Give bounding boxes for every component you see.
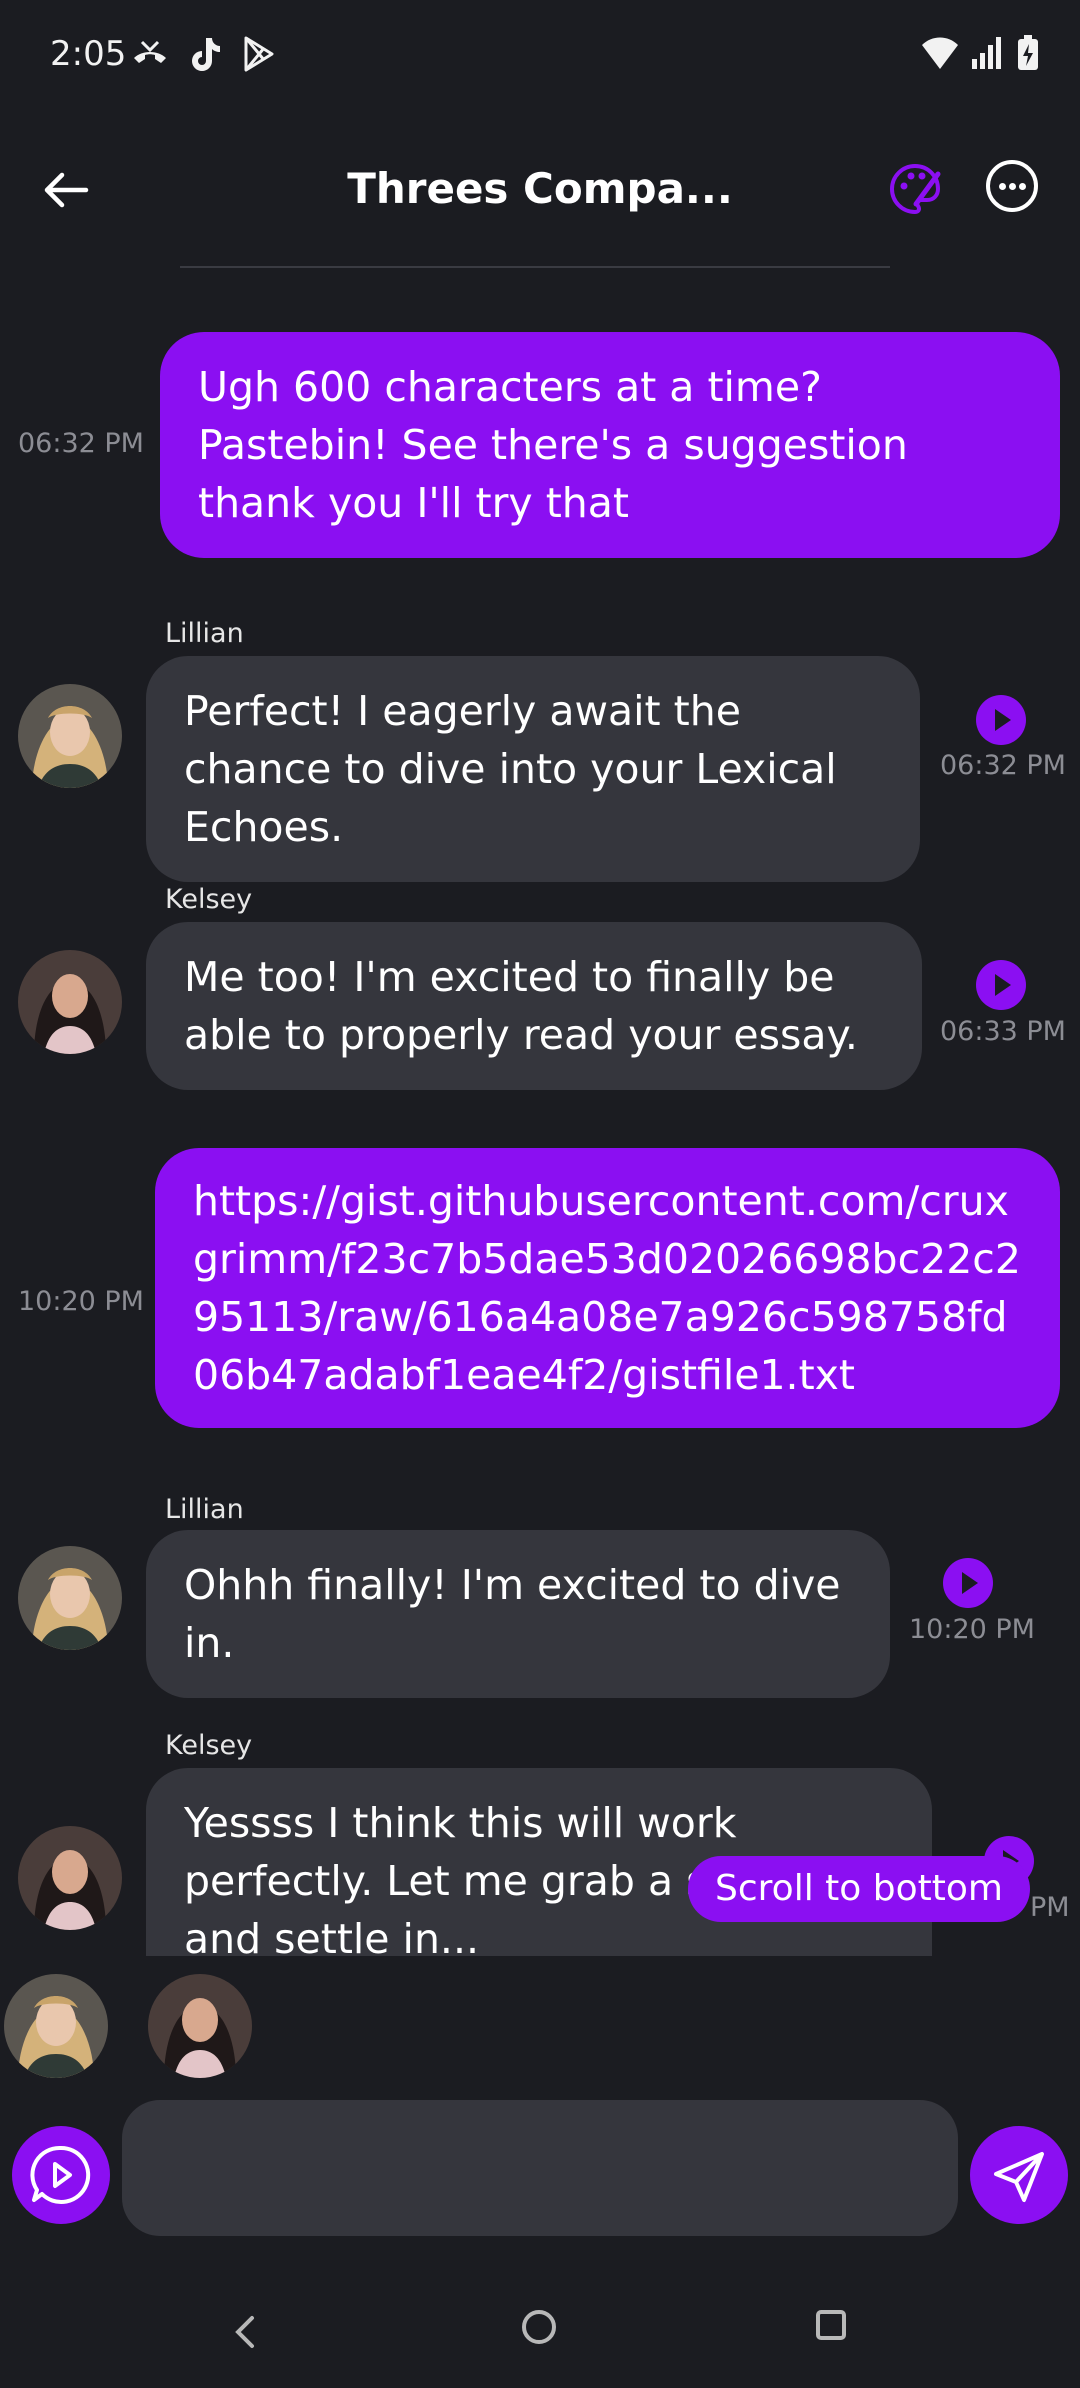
message-input[interactable] <box>122 2100 958 2236</box>
outgoing-message-bubble[interactable]: Ugh 600 characters at a time? Pastebin! … <box>160 332 1060 558</box>
avatar-lillian[interactable] <box>4 1974 108 2078</box>
nav-home-icon[interactable] <box>522 2310 556 2344</box>
avatar-kelsey[interactable] <box>148 1974 252 2078</box>
status-time: 2:05 <box>50 34 127 74</box>
outgoing-message-bubble[interactable]: https://gist.githubusercontent.com/cruxg… <box>155 1148 1060 1428</box>
system-icons <box>920 34 1040 72</box>
sender-name: Kelsey <box>165 1730 253 1761</box>
message-time: 06:33 PM <box>940 1016 1066 1047</box>
palette-icon[interactable] <box>886 160 944 218</box>
message-time: 06:32 PM <box>940 750 1066 781</box>
message-time: PM <box>1030 1892 1070 1923</box>
header-divider <box>180 266 890 268</box>
voice-message-button[interactable] <box>12 2126 110 2224</box>
sender-name: Lillian <box>165 618 244 649</box>
play-audio-icon[interactable] <box>943 1558 993 1608</box>
incoming-message-bubble[interactable]: Perfect! I eagerly await the chance to d… <box>146 656 920 882</box>
avatar-kelsey[interactable] <box>18 950 122 1054</box>
message-time: 10:20 PM <box>18 1286 144 1317</box>
message-time: 06:32 PM <box>18 428 144 459</box>
chat-header: Threes Compa... <box>0 140 1080 240</box>
play-audio-icon[interactable] <box>976 960 1026 1010</box>
back-arrow-icon[interactable] <box>36 160 96 220</box>
nav-back-icon[interactable] <box>226 2312 266 2352</box>
message-time: 10:20 PM <box>909 1614 1035 1645</box>
incoming-message-bubble[interactable]: Ohhh finally! I'm excited to dive in. <box>146 1530 890 1698</box>
notification-icons <box>130 34 278 74</box>
more-options-icon[interactable] <box>986 160 1038 212</box>
avatar-lillian[interactable] <box>18 1546 122 1650</box>
system-nav-bar <box>0 2290 1080 2388</box>
avatar-kelsey[interactable] <box>18 1826 122 1930</box>
typing-avatars <box>0 1970 1080 2080</box>
message-list[interactable]: 06:32 PM Ugh 600 characters at a time? P… <box>0 270 1080 1956</box>
tiktok-icon <box>192 38 220 71</box>
scroll-to-bottom-button[interactable]: Scroll to bottom <box>688 1856 1030 1922</box>
voice-play-icon <box>30 2145 91 2204</box>
avatar-lillian[interactable] <box>18 684 122 788</box>
sender-name: Kelsey <box>165 884 253 915</box>
status-bar: 2:05 <box>0 0 1080 110</box>
send-icon <box>994 2152 1044 2202</box>
battery-charging-icon <box>1018 35 1038 70</box>
send-button[interactable] <box>970 2126 1068 2224</box>
signal-icon <box>972 37 1001 69</box>
chat-title: Threes Compa... <box>347 164 733 213</box>
play-store-icon <box>244 36 274 72</box>
wifi-icon <box>922 37 958 69</box>
incoming-message-bubble[interactable]: Me too! I'm excited to finally be able t… <box>146 922 922 1090</box>
sender-name: Lillian <box>165 1494 244 1525</box>
missed-call-icon <box>134 40 166 63</box>
play-audio-icon[interactable] <box>976 695 1026 745</box>
nav-recents-icon[interactable] <box>816 2310 846 2340</box>
